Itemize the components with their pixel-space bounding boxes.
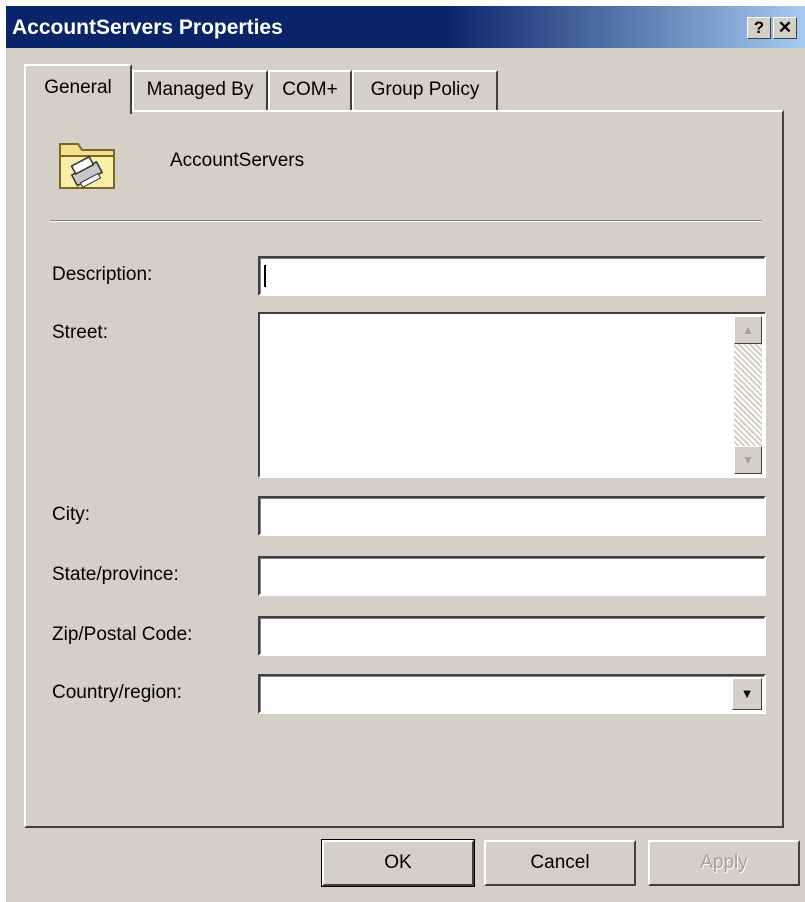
zip-label: Zip/Postal Code: bbox=[52, 624, 193, 645]
object-name: AccountServers bbox=[170, 150, 305, 171]
close-button[interactable]: ✕ bbox=[773, 17, 797, 39]
zip-field[interactable] bbox=[258, 616, 766, 656]
street-label: Street: bbox=[52, 322, 108, 343]
tab-managed-by[interactable]: Managed By bbox=[132, 70, 268, 110]
tab-group-policy[interactable]: Group Policy bbox=[352, 70, 498, 110]
tab-general[interactable]: General bbox=[24, 64, 132, 114]
scroll-up-icon[interactable]: ▲ bbox=[734, 316, 762, 344]
properties-dialog: AccountServers Properties ? ✕ General Ma… bbox=[6, 6, 805, 902]
city-label: City: bbox=[52, 504, 90, 525]
street-field[interactable]: ▲ ▼ bbox=[258, 312, 766, 478]
tab-group-policy-label: Group Policy bbox=[370, 79, 480, 100]
description-label: Description: bbox=[52, 264, 153, 285]
state-field[interactable] bbox=[258, 556, 766, 596]
tab-com-plus-label: COM+ bbox=[282, 79, 338, 100]
title-bar[interactable]: AccountServers Properties ? ✕ bbox=[6, 6, 805, 48]
cancel-button[interactable]: Cancel bbox=[484, 840, 636, 886]
city-field[interactable] bbox=[258, 496, 766, 536]
text-caret bbox=[264, 265, 266, 287]
folder-icon bbox=[59, 143, 115, 189]
help-button[interactable]: ? bbox=[747, 17, 771, 39]
street-scrollbar[interactable]: ▲ ▼ bbox=[734, 316, 762, 474]
ok-button[interactable]: OK bbox=[321, 839, 475, 887]
country-select[interactable]: ▼ bbox=[258, 674, 766, 714]
scroll-down-icon[interactable]: ▼ bbox=[734, 446, 762, 474]
description-field[interactable] bbox=[258, 256, 766, 296]
country-label: Country/region: bbox=[52, 682, 182, 703]
state-label: State/province: bbox=[52, 564, 179, 585]
general-tab-panel: AccountServers Description: Street: ▲ ▼ … bbox=[24, 110, 784, 828]
apply-button[interactable]: Apply bbox=[648, 840, 800, 886]
window-title: AccountServers Properties bbox=[12, 16, 283, 39]
separator bbox=[50, 220, 762, 222]
tab-managed-by-label: Managed By bbox=[146, 79, 254, 100]
chevron-down-icon[interactable]: ▼ bbox=[732, 678, 762, 710]
tab-general-label: General bbox=[44, 77, 112, 98]
tab-com-plus[interactable]: COM+ bbox=[268, 70, 352, 110]
